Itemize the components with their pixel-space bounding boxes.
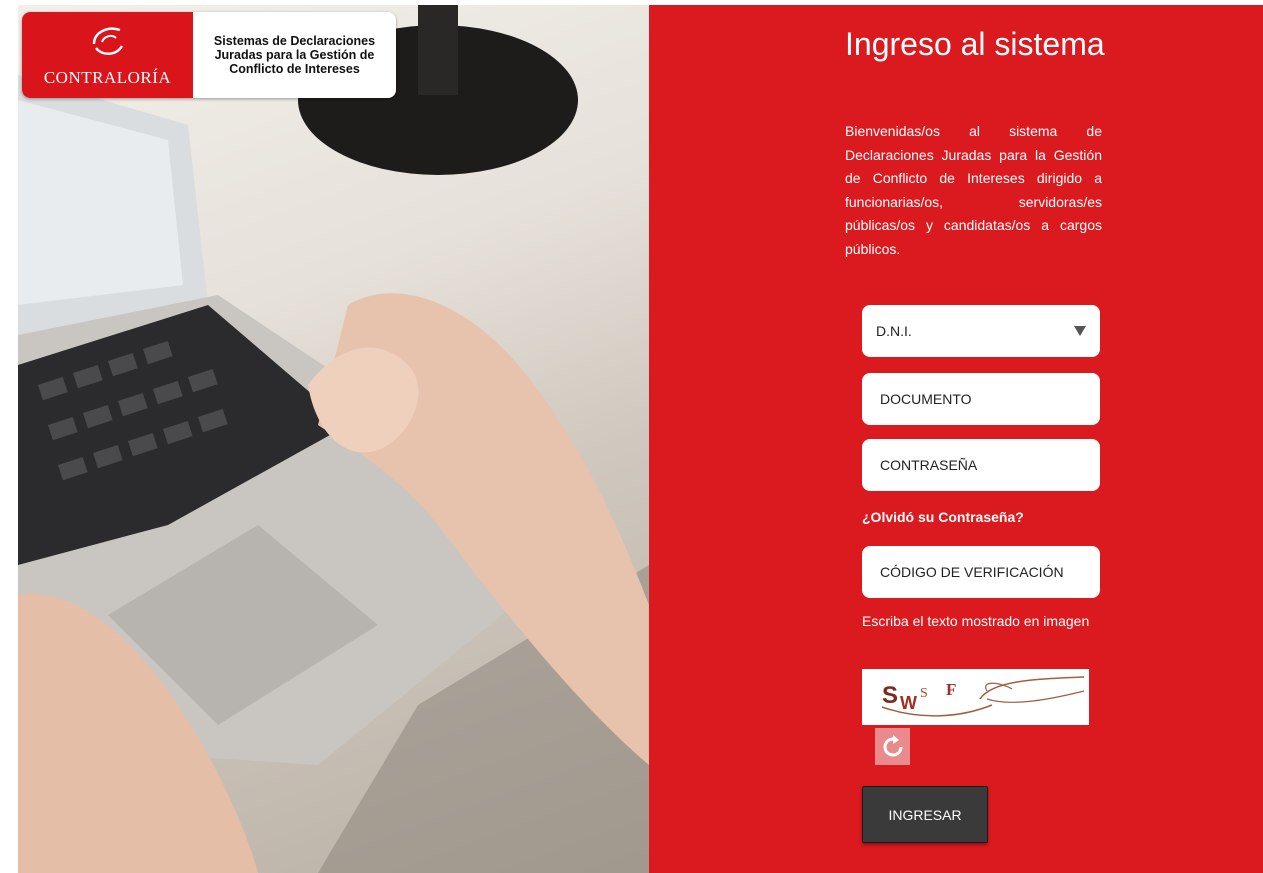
hero-photo [18, 5, 649, 873]
caret-down-icon [1074, 326, 1086, 336]
document-placeholder: DOCUMENTO [880, 391, 972, 407]
captcha-text-f: F [946, 680, 956, 699]
doc-type-value: D.N.I. [876, 323, 912, 339]
welcome-text: Bienvenidas/os al sistema de Declaracion… [845, 123, 1102, 257]
captcha-text-w: W [900, 693, 917, 713]
logo-red-block: CONTRALORÍA [22, 12, 193, 98]
login-page: CONTRALORÍA Sistemas de Declaraciones Ju… [0, 0, 1263, 873]
contraloria-swirl-icon [92, 27, 123, 55]
captcha-placeholder: CÓDIGO DE VERIFICACIÓN [880, 564, 1064, 580]
submit-button[interactable]: INGRESAR [862, 786, 988, 843]
captcha-input[interactable]: CÓDIGO DE VERIFICACIÓN [862, 546, 1100, 598]
captcha-text-s2: S [920, 686, 928, 701]
captcha-image: S W S F [862, 669, 1089, 725]
password-placeholder: CONTRASEÑA [880, 457, 978, 473]
contraloria-logo: CONTRALORÍA Sistemas de Declaraciones Ju… [22, 12, 396, 98]
system-name: Sistemas de Declaraciones Juradas para l… [213, 34, 376, 76]
captcha-hint: Escriba el texto mostrado en imagen [862, 613, 1090, 629]
page-title: Ingreso al sistema [845, 26, 1105, 62]
doc-type-select[interactable]: D.N.I. [862, 305, 1100, 357]
login-panel: Ingreso al sistema Bienvenidas/os al sis… [649, 5, 1263, 873]
forgot-password-link[interactable]: ¿Olvidó su Contraseña? [862, 509, 1024, 525]
document-input[interactable]: DOCUMENTO [862, 373, 1100, 425]
brand-name: CONTRALORÍA [43, 68, 172, 87]
refresh-icon [883, 734, 902, 756]
captcha-text-s: S [882, 682, 898, 709]
refresh-captcha-button[interactable] [875, 728, 910, 765]
password-input[interactable]: CONTRASEÑA [862, 439, 1100, 491]
